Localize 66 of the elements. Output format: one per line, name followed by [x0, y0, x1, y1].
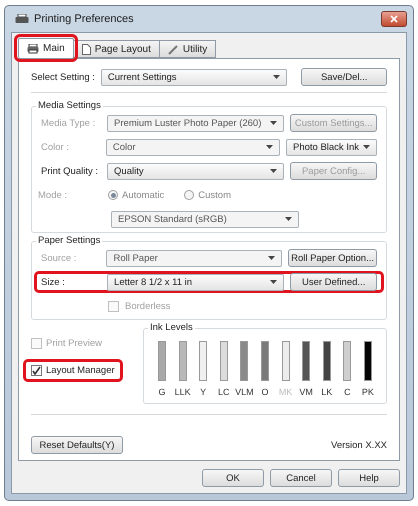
reset-button[interactable]: Reset Defaults(Y): [31, 436, 123, 454]
dropdown-arrow-icon: [270, 280, 278, 284]
option-button[interactable]: User Defined...: [290, 273, 377, 291]
dropdown-arrow-icon: [270, 169, 278, 173]
field-label: Print Quality :: [41, 166, 100, 176]
dropdown-arrow-icon: [273, 75, 280, 79]
ink-level-bar: [178, 341, 187, 381]
ink-level-bar: [158, 341, 166, 381]
ink-level-bar: [220, 341, 228, 381]
group-title: Media Settings: [36, 100, 103, 111]
version-text: Version X.XX: [331, 440, 387, 450]
dropdown-arrow-icon: [266, 145, 273, 149]
group-title: Ink Levels: [148, 322, 195, 333]
checkbox-label: Layout Manager: [46, 365, 115, 376]
dropdown-arrow-icon: [285, 217, 292, 221]
ink-name: LK: [321, 387, 332, 397]
checkbox-label: Borderless: [125, 300, 170, 312]
dropdown-arrow-icon: [363, 145, 370, 149]
ink-level-bar: [199, 341, 208, 381]
dropdown-arrow-icon: [268, 256, 276, 260]
ink-name: LLK: [174, 387, 191, 397]
close-button[interactable]: [381, 11, 407, 27]
printer-icon: [15, 14, 29, 24]
dropdown-arrow-icon: [270, 121, 278, 125]
dropdown[interactable]: Quality: [107, 162, 284, 180]
pencil-icon: [168, 44, 179, 54]
ink-name: O: [261, 387, 268, 397]
ink-name: PK: [362, 387, 374, 397]
field-label: Select Setting :: [31, 72, 95, 82]
ink-level-bar: [260, 341, 269, 381]
ink-level-bar: [343, 341, 352, 381]
radio-option[interactable]: Automatic: [108, 190, 164, 200]
save-button[interactable]: Save/Del...: [301, 68, 387, 86]
field-label: Media Type :: [41, 118, 96, 128]
printer-icon: [27, 44, 39, 54]
ink-name: VLM: [235, 387, 254, 397]
tab[interactable]: Page Layout: [72, 40, 160, 58]
ink-name: C: [344, 387, 351, 397]
tab[interactable]: Utility: [158, 40, 216, 58]
ink-level-bar: [364, 341, 372, 381]
page-icon: [82, 44, 91, 54]
ink-level-bar: [322, 341, 331, 381]
close-icon: [390, 15, 398, 23]
group-title: Paper Settings: [36, 235, 102, 246]
ink-name: LC: [218, 387, 230, 397]
window-title: Printing Preferences: [34, 13, 135, 25]
dialog-button[interactable]: Help: [338, 469, 400, 487]
checkmark-icon: [32, 366, 41, 375]
field-label: Size :: [41, 276, 66, 288]
dropdown[interactable]: Letter 8 1/2 x 11 in: [107, 274, 284, 290]
dialog-button[interactable]: Cancel: [270, 469, 332, 487]
ink-name: Y: [200, 387, 206, 397]
dropdown[interactable]: Current Settings: [100, 68, 288, 86]
ink-name: G: [158, 387, 166, 397]
checkbox[interactable]: [31, 365, 42, 376]
ink-name: MK: [278, 387, 292, 397]
field-label: Color :: [41, 142, 70, 152]
ink-level-bar: [282, 341, 290, 381]
dialog-button[interactable]: OK: [202, 469, 264, 487]
ink-level-bar: [240, 341, 248, 381]
ink-name: VM: [299, 387, 313, 397]
radio-option[interactable]: Custom: [184, 190, 231, 200]
checkbox-label: Print Preview: [46, 338, 102, 349]
ink-level-bar: [302, 341, 310, 381]
field-label: Source :: [41, 252, 78, 264]
field-label: Mode :: [38, 190, 68, 200]
